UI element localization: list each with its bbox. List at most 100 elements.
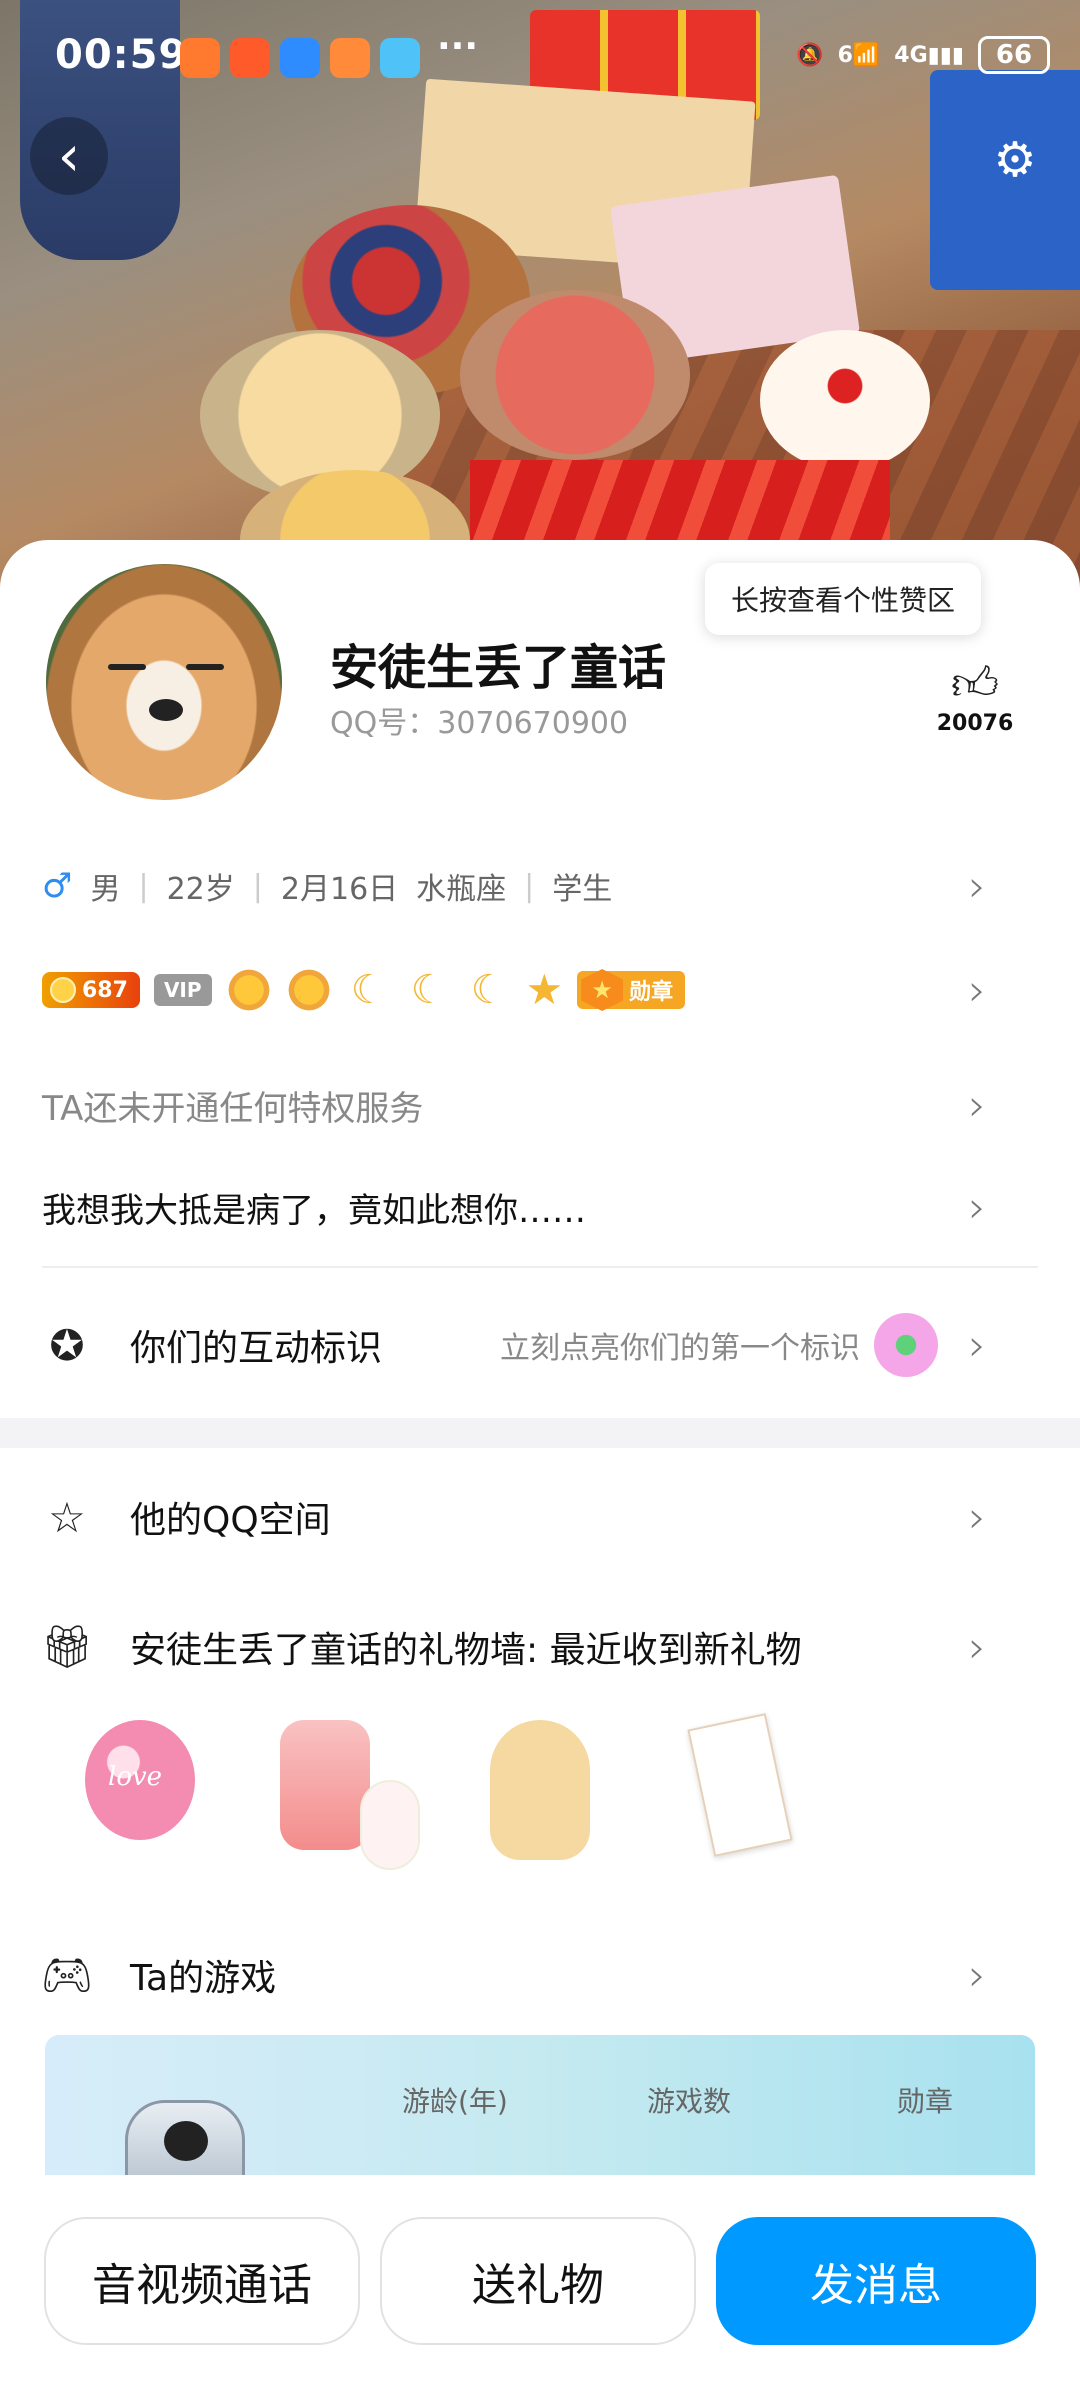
- send-gift-button[interactable]: 送礼物: [380, 2217, 696, 2345]
- signature-row[interactable]: 我想我大抵是病了，竟如此想你…… ›: [42, 1181, 1038, 1233]
- sun-icon: [225, 967, 272, 1013]
- birthday: 2月16日: [280, 872, 399, 907]
- rabbit-icon: [360, 1780, 420, 1870]
- age: 22岁: [166, 872, 235, 907]
- send-message-button[interactable]: 发消息: [716, 2217, 1036, 2345]
- separator: |: [138, 868, 149, 904]
- qq-number[interactable]: QQ号：3070670900: [330, 698, 628, 742]
- flower-mark-icon: [874, 1313, 938, 1377]
- bottom-action-bar: 音视频通话 送礼物 发消息: [0, 2175, 1080, 2388]
- interaction-marks-row[interactable]: ✪ 你们的互动标识 立刻点亮你们的第一个标识 ›: [42, 1310, 1038, 1380]
- occupation: 学生: [552, 872, 613, 907]
- charm-tag-icon: [687, 1713, 793, 1857]
- like-button[interactable]: 👍︎ 20076: [920, 655, 1030, 736]
- medal-label: 勋章: [629, 980, 674, 1005]
- status-app-icons: [180, 38, 420, 78]
- chevron-right-icon: ›: [968, 1949, 986, 2001]
- section-gap: [0, 1418, 1080, 1448]
- medal-badge: ★ 勋章: [577, 969, 686, 1011]
- balloon-text: love: [108, 1762, 163, 1792]
- qzone-star-icon: ☆: [48, 1492, 86, 1542]
- status-more-icon: ···: [437, 26, 479, 67]
- game-stats-card[interactable]: 游龄(年) 游戏数 勋章: [45, 2035, 1035, 2175]
- chevron-right-icon: ›: [968, 860, 986, 912]
- games-row[interactable]: 🎮︎ Ta的游戏 ›: [40, 1940, 1038, 2010]
- qzone-label: 他的QQ空间: [130, 1500, 331, 1541]
- privilege-text: TA还未开通任何特权服务: [42, 1088, 424, 1129]
- interaction-hint: 立刻点亮你们的第一个标识: [500, 1331, 860, 1366]
- signature-text: 我想我大抵是病了，竟如此想你……: [42, 1190, 586, 1231]
- gift-balloon[interactable]: love: [70, 1720, 210, 1870]
- cellular-icon: 4G▮▮▮: [894, 42, 964, 68]
- moon-icon: ☾: [410, 967, 447, 1013]
- status-time: 00:59: [55, 32, 188, 78]
- gender: 男: [90, 872, 121, 907]
- gift-icon: 🎁︎: [40, 1622, 94, 1671]
- gear-icon: ⚙: [993, 132, 1037, 188]
- stat-game-years: 游龄(年): [402, 2085, 508, 2118]
- gift-jar-rabbit[interactable]: [270, 1720, 420, 1870]
- sun-icon: [285, 967, 332, 1013]
- app-notification-icon: [380, 38, 420, 78]
- app-notification-icon: [180, 38, 220, 78]
- separator: |: [252, 868, 263, 904]
- gift-wall-row[interactable]: 🎁︎ 安徒生丢了童话的礼物墙: 最近收到新礼物 ›: [40, 1612, 1038, 1682]
- level-badge: 687: [42, 972, 140, 1008]
- stat-game-count: 游戏数: [647, 2085, 732, 2118]
- network-type: 4G: [894, 42, 928, 68]
- avatar-eye: [108, 664, 146, 670]
- chevron-right-icon: ›: [968, 964, 986, 1016]
- star-icon: ★: [525, 965, 564, 1014]
- moon-icon: ☾: [350, 967, 387, 1013]
- chevron-left-icon: ‹: [57, 123, 81, 189]
- wifi-icon: 6📶: [837, 42, 881, 68]
- wifi-label: 6: [837, 42, 853, 68]
- jar-icon: [280, 1720, 370, 1850]
- penguin-robot-icon: [125, 2100, 245, 2175]
- av-call-button[interactable]: 音视频通话: [44, 2217, 360, 2345]
- chevron-right-icon: ›: [968, 1621, 986, 1673]
- games-label: Ta的游戏: [130, 1958, 277, 1999]
- cover-watermelon-bowl: [460, 290, 690, 460]
- level-value: 687: [82, 977, 128, 1003]
- privilege-row[interactable]: TA还未开通任何特权服务 ›: [42, 1079, 1038, 1131]
- badges-row[interactable]: 687 VIP ☾ ☾ ☾ ★ ★ 勋章 ›: [42, 962, 1038, 1018]
- balloon-icon: love: [85, 1720, 195, 1840]
- qzone-row[interactable]: ☆ 他的QQ空间 ›: [42, 1482, 1038, 1552]
- settings-button[interactable]: ⚙: [980, 125, 1050, 195]
- stat-medals: 勋章: [897, 2085, 954, 2118]
- battery-level: 66: [995, 40, 1033, 70]
- coin-icon: [50, 977, 76, 1003]
- gift-bear[interactable]: [470, 1720, 610, 1870]
- nickname: 安徒生丢了童话: [330, 640, 667, 696]
- chevron-right-icon: ›: [968, 1319, 986, 1371]
- chevron-right-icon: ›: [968, 1079, 986, 1131]
- thumbs-up-icon: 👍︎: [950, 656, 1000, 710]
- chevron-right-icon: ›: [968, 1491, 986, 1543]
- moon-icon: ☾: [470, 967, 507, 1013]
- like-count: 20076: [936, 711, 1014, 736]
- zodiac: 水瓶座: [416, 872, 507, 907]
- avatar-eye: [186, 664, 224, 670]
- avatar[interactable]: [42, 560, 286, 804]
- avatar-nose: [149, 699, 183, 721]
- chevron-right-icon: ›: [968, 1181, 986, 1233]
- basic-info-row[interactable]: ♂ 男 | 22岁 | 2月16日 水瓶座 | 学生 ›: [42, 860, 1038, 912]
- vip-badge: VIP: [153, 974, 212, 1006]
- cover-cake: [760, 330, 930, 470]
- interaction-label: 你们的互动标识: [130, 1328, 383, 1369]
- gift-wall-label: 安徒生丢了童话的礼物墙: 最近收到新礼物: [130, 1630, 802, 1671]
- battery-icon: 66: [978, 36, 1050, 74]
- like-tooltip: 长按查看个性赞区: [705, 563, 982, 635]
- app-notification-icon: [230, 38, 270, 78]
- back-button[interactable]: ‹: [30, 117, 108, 195]
- male-icon: ♂: [42, 866, 73, 906]
- app-notification-icon: [280, 38, 320, 78]
- badge-star-icon: ✪: [49, 1320, 85, 1370]
- divider: [42, 1266, 1038, 1268]
- gift-charm-tag[interactable]: [670, 1713, 810, 1870]
- separator: |: [524, 868, 535, 904]
- gamepad-icon: 🎮︎: [40, 1950, 94, 1999]
- medal-star-icon: ★: [581, 969, 624, 1011]
- gift-list: love: [70, 1713, 810, 1870]
